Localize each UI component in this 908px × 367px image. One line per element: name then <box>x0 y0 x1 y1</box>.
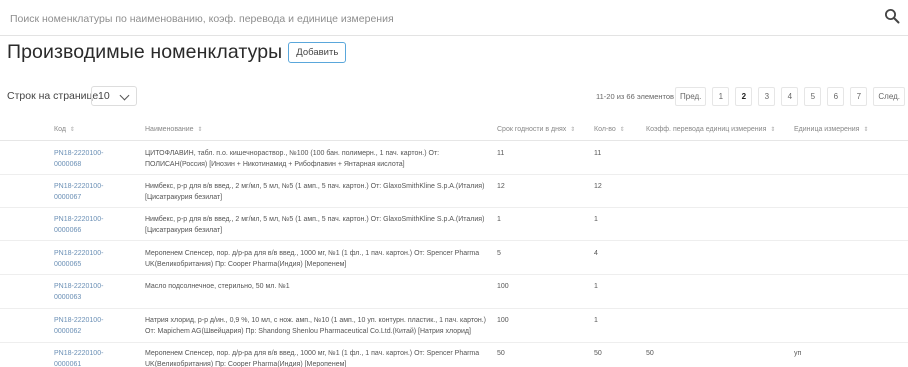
table-row[interactable]: PN18-2220100-0000067 Нимбекс, р-р для в/… <box>0 175 908 208</box>
cell-term: 12 <box>497 183 505 190</box>
column-header-label: Наименование <box>145 126 194 133</box>
sort-icon[interactable]: ⇕ <box>198 126 203 133</box>
page-title: Производимые номенклатуры <box>7 40 283 63</box>
cell-qty: 1 <box>594 317 598 324</box>
column-header-unit[interactable]: Единица измерения ⇕ <box>794 126 869 133</box>
rows-per-page-value: 10 <box>98 90 110 102</box>
cell-term: 1 <box>497 216 501 223</box>
table-row[interactable]: PN18-2220100-0000066 Нимбекс, р-р для в/… <box>0 208 908 241</box>
nomenclature-table: Код ⇕ Наименование ⇕ Срок годности в днях ⇕… <box>0 119 908 367</box>
next-page-button[interactable]: След. <box>873 87 905 106</box>
column-header-label: Код <box>54 126 66 133</box>
column-header-code[interactable]: Код ⇕ <box>54 126 75 133</box>
table-header: Код ⇕ Наименование ⇕ Срок годности в днях ⇕… <box>0 119 908 141</box>
cell-code: PN18-2220100-0000068 <box>54 150 104 168</box>
column-header-name[interactable]: Наименование ⇕ <box>145 126 203 133</box>
column-header-label: Единица измерения <box>794 126 860 133</box>
rows-per-page-label: Строк на странице <box>7 90 99 102</box>
search-bar <box>0 0 908 36</box>
column-header-label: Срок годности в днях <box>497 126 567 133</box>
cell-code: PN18-2220100-0000066 <box>54 216 104 234</box>
cell-name: Нимбекс, р-р для в/в введ., 2 мг/мл, 5 м… <box>145 216 485 234</box>
column-header-label: Коэфф. перевода единиц измерения <box>646 126 767 133</box>
pager: Пред. 1 2 3 4 5 6 7 След. <box>675 87 908 106</box>
cell-name: Меропенем Спенсер, пор. д/р-ра для в/в в… <box>145 250 480 268</box>
cell-qty: 1 <box>594 283 598 290</box>
table-row[interactable]: PN18-2220100-0000068 ЦИТОФЛАВИН, табл. п… <box>0 141 908 175</box>
rows-per-page-select[interactable]: 10 <box>91 86 137 106</box>
page-button-1[interactable]: 1 <box>712 87 730 106</box>
chevron-down-icon <box>119 90 130 101</box>
prev-page-button[interactable]: Пред. <box>675 87 707 106</box>
title-row: Производимые номенклатуры Добавить <box>7 38 347 66</box>
cell-qty: 50 <box>594 350 602 357</box>
sort-icon[interactable]: ⇕ <box>620 126 625 133</box>
search-input[interactable] <box>10 10 860 28</box>
add-button[interactable]: Добавить <box>288 41 347 63</box>
column-header-coef[interactable]: Коэфф. перевода единиц измерения ⇕ <box>646 126 775 133</box>
cell-qty: 4 <box>594 250 598 257</box>
sort-icon[interactable]: ⇕ <box>863 126 868 133</box>
cell-coef: 50 <box>646 350 654 357</box>
page-button-5[interactable]: 5 <box>804 87 822 106</box>
column-header-qty[interactable]: Кол-во ⇕ <box>594 126 625 133</box>
cell-name: Меропенем Спенсер, пор. д/р-ра для в/в в… <box>145 350 480 367</box>
cell-qty: 12 <box>594 183 602 190</box>
table-row[interactable]: PN18-2220100-0000062 Натрия хлорид, р-р … <box>0 309 908 343</box>
cell-term: 100 <box>497 283 509 290</box>
cell-code: PN18-2220100-0000063 <box>54 283 104 301</box>
cell-name: Натрия хлорид, р-р д/ин., 0,9 %, 10 мл, … <box>145 317 487 335</box>
cell-term: 5 <box>497 250 501 257</box>
page-button-2[interactable]: 2 <box>735 87 753 106</box>
cell-term: 50 <box>497 350 505 357</box>
cell-code: PN18-2220100-0000065 <box>54 250 104 268</box>
page-button-7[interactable]: 7 <box>850 87 868 106</box>
cell-name: ЦИТОФЛАВИН, табл. п.о. кишечнораствор., … <box>145 150 440 168</box>
cell-code: PN18-2220100-0000061 <box>54 350 104 367</box>
cell-qty: 1 <box>594 216 598 223</box>
cell-code: PN18-2220100-0000062 <box>54 317 104 335</box>
column-header-label: Кол-во <box>594 126 616 133</box>
cell-unit: уп <box>794 350 802 357</box>
sort-icon[interactable]: ⇕ <box>570 126 575 133</box>
page-button-3[interactable]: 3 <box>758 87 776 106</box>
table-row[interactable]: PN18-2220100-0000061 Меропенем Спенсер, … <box>0 343 908 367</box>
cell-name: Нимбекс, р-р для в/в введ., 2 мг/мл, 5 м… <box>145 183 485 201</box>
page-button-6[interactable]: 6 <box>827 87 845 106</box>
range-info: 11-20 из 66 элементов <box>596 92 675 101</box>
page-button-4[interactable]: 4 <box>781 87 799 106</box>
cell-code: PN18-2220100-0000067 <box>54 183 104 201</box>
sort-icon[interactable]: ⇕ <box>70 126 75 133</box>
cell-term: 100 <box>497 317 509 324</box>
cell-qty: 11 <box>594 150 602 157</box>
table-row[interactable]: PN18-2220100-0000065 Меропенем Спенсер, … <box>0 241 908 275</box>
pagination-toolbar: Строк на странице 10 11-20 из 66 элемент… <box>0 86 908 108</box>
search-icon[interactable] <box>884 8 900 24</box>
cell-name: Масло подсолнечное, стерильно, 50 мл. №1 <box>145 283 290 290</box>
table-row[interactable]: PN18-2220100-0000063 Масло подсолнечное,… <box>0 275 908 309</box>
sort-icon[interactable]: ⇕ <box>770 126 775 133</box>
cell-term: 11 <box>497 150 505 157</box>
column-header-term[interactable]: Срок годности в днях ⇕ <box>497 126 575 133</box>
